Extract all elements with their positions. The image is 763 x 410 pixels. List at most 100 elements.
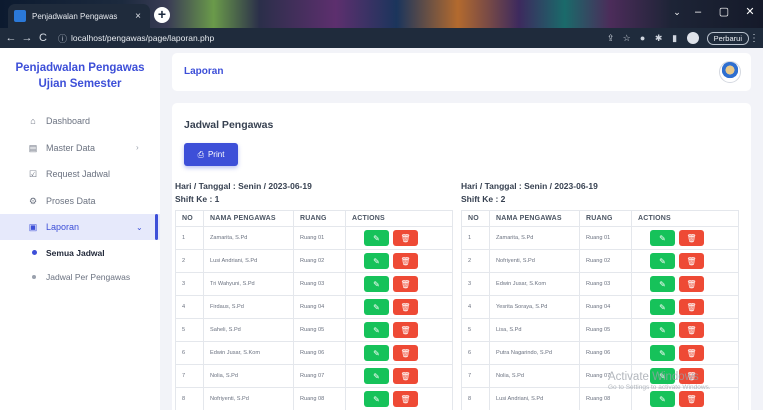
column-header-nama-pengawas: NAMA PENGAWAS: [203, 210, 294, 227]
cell-actions: ✎ 🗑: [631, 226, 739, 250]
delete-button[interactable]: 🗑: [679, 253, 704, 269]
forward-icon[interactable]: →: [20, 32, 34, 44]
delete-button[interactable]: 🗑: [393, 299, 418, 315]
cell-nama-pengawas: Zamarita, S.Pd: [489, 226, 580, 250]
column-header-no: NO: [175, 210, 204, 227]
edit-square-icon: ☑: [28, 169, 38, 179]
browser-tab[interactable]: Penjadwalan Pengawas ×: [8, 4, 150, 28]
delete-button[interactable]: 🗑: [393, 253, 418, 269]
sidebar-subitem-semua-jadwal[interactable]: Semua Jadwal: [0, 241, 160, 265]
edit-button[interactable]: ✎: [364, 322, 389, 338]
profile-avatar[interactable]: [686, 32, 699, 44]
extension-icon[interactable]: ●: [635, 33, 651, 43]
delete-button[interactable]: 🗑: [679, 391, 704, 407]
menu-kebab-icon[interactable]: ⋮: [749, 33, 759, 44]
edit-button[interactable]: ✎: [364, 276, 389, 292]
cell-actions: ✎ 🗑: [345, 318, 453, 342]
print-button[interactable]: ⎙ Print: [184, 143, 238, 166]
cell-no: 3: [461, 272, 490, 296]
delete-button[interactable]: 🗑: [393, 345, 418, 361]
edit-button[interactable]: ✎: [650, 345, 675, 361]
edit-button[interactable]: ✎: [650, 253, 675, 269]
table-header-row: NO NAMA PENGAWAS RUANG ACTIONS: [175, 210, 453, 227]
sidebar-menu: ⌂ Dashboard ▤ Master Data › ☑ Request Ja…: [0, 108, 160, 289]
close-window-button[interactable]: ✕: [737, 0, 763, 24]
new-tab-button[interactable]: +: [154, 7, 170, 23]
sidebar-item-master-data[interactable]: ▤ Master Data ›: [0, 135, 160, 161]
cell-ruang: Ruang 05: [579, 318, 632, 342]
cell-ruang: Ruang 06: [579, 341, 632, 365]
row-actions: ✎ 🗑: [352, 230, 452, 246]
sidebar-item-dashboard[interactable]: ⌂ Dashboard: [0, 108, 160, 134]
delete-button[interactable]: 🗑: [679, 299, 704, 315]
trash-icon: 🗑: [400, 279, 411, 289]
edit-button[interactable]: ✎: [364, 230, 389, 246]
cell-ruang: Ruang 06: [293, 341, 346, 365]
delete-button[interactable]: 🗑: [679, 276, 704, 292]
url-field[interactable]: ⓘ localhost/pengawas/page/laporan.php: [58, 30, 595, 46]
edit-button[interactable]: ✎: [364, 345, 389, 361]
edit-button[interactable]: ✎: [650, 230, 675, 246]
sidebar-item-label: Request Jadwal: [46, 169, 111, 179]
schedule-table: NO NAMA PENGAWAS RUANG ACTIONS 1 Zamarita…: [175, 210, 453, 410]
page-header: Laporan: [172, 53, 751, 91]
tab-close-icon[interactable]: ×: [132, 11, 144, 22]
edit-button[interactable]: ✎: [650, 276, 675, 292]
edit-button[interactable]: ✎: [364, 391, 389, 407]
cell-nama-pengawas: Nolia, S.Pd: [203, 364, 294, 388]
edit-button[interactable]: ✎: [364, 368, 389, 384]
edit-button[interactable]: ✎: [650, 391, 675, 407]
delete-button[interactable]: 🗑: [393, 230, 418, 246]
cell-actions: ✎ 🗑: [345, 364, 453, 388]
pencil-icon: ✎: [373, 325, 380, 335]
delete-button[interactable]: 🗑: [393, 276, 418, 292]
sidebar-item-laporan[interactable]: ▣ Laporan ⌄: [0, 214, 160, 240]
edit-button[interactable]: ✎: [650, 299, 675, 315]
app-brand[interactable]: Penjadwalan Pengawas Ujian Semester: [0, 48, 160, 92]
puzzle-icon[interactable]: ✱: [651, 33, 667, 44]
delete-button[interactable]: 🗑: [679, 230, 704, 246]
sidebar-item-request-jadwal[interactable]: ☑ Request Jadwal: [0, 161, 160, 187]
reload-icon[interactable]: C: [36, 32, 50, 44]
pencil-icon: ✎: [659, 256, 666, 266]
day-date-line: Hari / Tanggal : Senin / 2023-06-19: [461, 181, 598, 191]
cell-ruang: Ruang 01: [293, 226, 346, 250]
chevron-right-icon: ›: [136, 143, 139, 152]
site-info-icon[interactable]: ⓘ: [58, 32, 67, 45]
delete-button[interactable]: 🗑: [679, 345, 704, 361]
maximize-button[interactable]: ▢: [711, 0, 737, 24]
user-avatar[interactable]: [719, 61, 741, 83]
delete-button[interactable]: 🗑: [679, 322, 704, 338]
share-icon[interactable]: ⇪: [603, 33, 619, 44]
sidebar-subitem-jadwal-per-pengawas[interactable]: Jadwal Per Pengawas: [0, 265, 160, 289]
delete-button[interactable]: 🗑: [393, 368, 418, 384]
cell-nama-pengawas: Putra Nagarindo, S.Pd: [489, 341, 580, 365]
cell-no: 2: [175, 249, 204, 273]
bookmark-star-icon[interactable]: ☆: [619, 33, 635, 44]
minimize-button[interactable]: –: [685, 0, 711, 24]
sidebar-item-label: Master Data: [46, 142, 96, 153]
delete-button[interactable]: 🗑: [393, 322, 418, 338]
tab-search-icon[interactable]: ⌄: [669, 0, 685, 24]
cell-no: 8: [175, 387, 204, 410]
table-row: 7 Nolia, S.Pd Ruang 07 ✎ 🗑: [175, 364, 453, 388]
cell-ruang: Ruang 05: [293, 318, 346, 342]
edit-button[interactable]: ✎: [650, 322, 675, 338]
edit-button[interactable]: ✎: [364, 253, 389, 269]
favicon-icon: [14, 10, 26, 22]
row-actions: ✎ 🗑: [638, 322, 738, 338]
cell-nama-pengawas: Nofriyenti, S.Pd: [203, 387, 294, 410]
sidebar-item-proses-data[interactable]: ⚙ Proses Data: [0, 188, 160, 214]
edit-button[interactable]: ✎: [364, 299, 389, 315]
cell-no: 5: [461, 318, 490, 342]
pencil-icon: ✎: [373, 256, 380, 266]
update-button[interactable]: Perbarui: [706, 31, 749, 45]
delete-button[interactable]: 🗑: [393, 391, 418, 407]
sidepanel-icon[interactable]: ▮: [667, 33, 683, 44]
cell-actions: ✎ 🗑: [345, 341, 453, 365]
back-icon[interactable]: ←: [4, 32, 18, 44]
address-bar: ← → C ⓘ localhost/pengawas/page/laporan.…: [0, 28, 763, 48]
cell-actions: ✎ 🗑: [345, 226, 453, 250]
cell-nama-pengawas: Yesrita Soraya, S.Pd: [489, 295, 580, 319]
pencil-icon: ✎: [659, 348, 666, 358]
